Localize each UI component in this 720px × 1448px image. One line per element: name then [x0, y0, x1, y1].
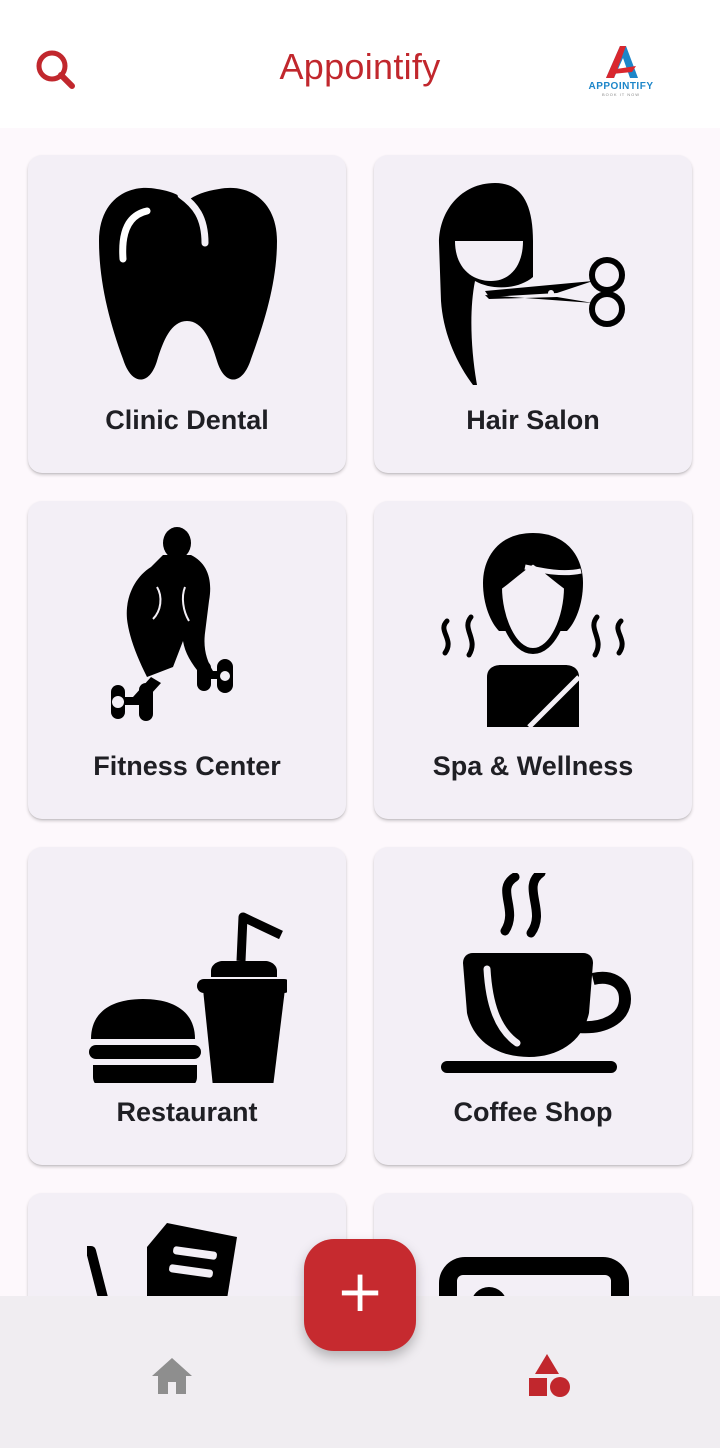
category-card-shopping[interactable]: [28, 1193, 346, 1296]
category-grid: Clinic Dental Hair Salon Fitness Center …: [0, 128, 720, 1296]
logo-tagline: BOOK IT NOW: [601, 92, 641, 97]
shapes-icon[interactable]: [524, 1352, 574, 1398]
category-card-hair-salon[interactable]: Hair Salon: [374, 155, 692, 473]
burger-drink-icon: [89, 912, 287, 1083]
category-label: Hair Salon: [466, 405, 600, 435]
category-label: Restaurant: [116, 1097, 258, 1127]
spa-woman-icon: [441, 533, 625, 729]
logo-text: APPOINTIFY: [588, 81, 654, 92]
app-logo: APPOINTIFY BOOK IT NOW: [580, 42, 662, 97]
category-label: Clinic Dental: [105, 405, 269, 435]
category-card-spa-wellness[interactable]: Spa & Wellness: [374, 501, 692, 819]
app-bar: Appointify APPOINTIFY BOOK IT NOW: [0, 0, 720, 128]
logo-a-icon: [606, 46, 638, 78]
shopping-cart-icon: [87, 1223, 237, 1296]
plus-icon: +: [335, 1257, 385, 1325]
add-button[interactable]: +: [304, 1239, 416, 1351]
coffee-cup-icon: [441, 873, 632, 1073]
category-label: Spa & Wellness: [432, 751, 634, 781]
photo-frame-icon: [439, 1257, 629, 1296]
category-card-coffee-shop[interactable]: Coffee Shop: [374, 847, 692, 1165]
hair-scissors-icon: [439, 183, 625, 385]
category-label: Coffee Shop: [453, 1097, 613, 1127]
category-card-photo[interactable]: [374, 1193, 692, 1296]
category-card-fitness-center[interactable]: Fitness Center: [28, 501, 346, 819]
home-icon[interactable]: [148, 1352, 196, 1400]
category-label: Fitness Center: [93, 751, 281, 781]
category-card-restaurant[interactable]: Restaurant: [28, 847, 346, 1165]
bodybuilder-dumbbell-icon: [111, 527, 233, 721]
tooth-icon: [99, 187, 277, 380]
category-card-clinic-dental[interactable]: Clinic Dental: [28, 155, 346, 473]
